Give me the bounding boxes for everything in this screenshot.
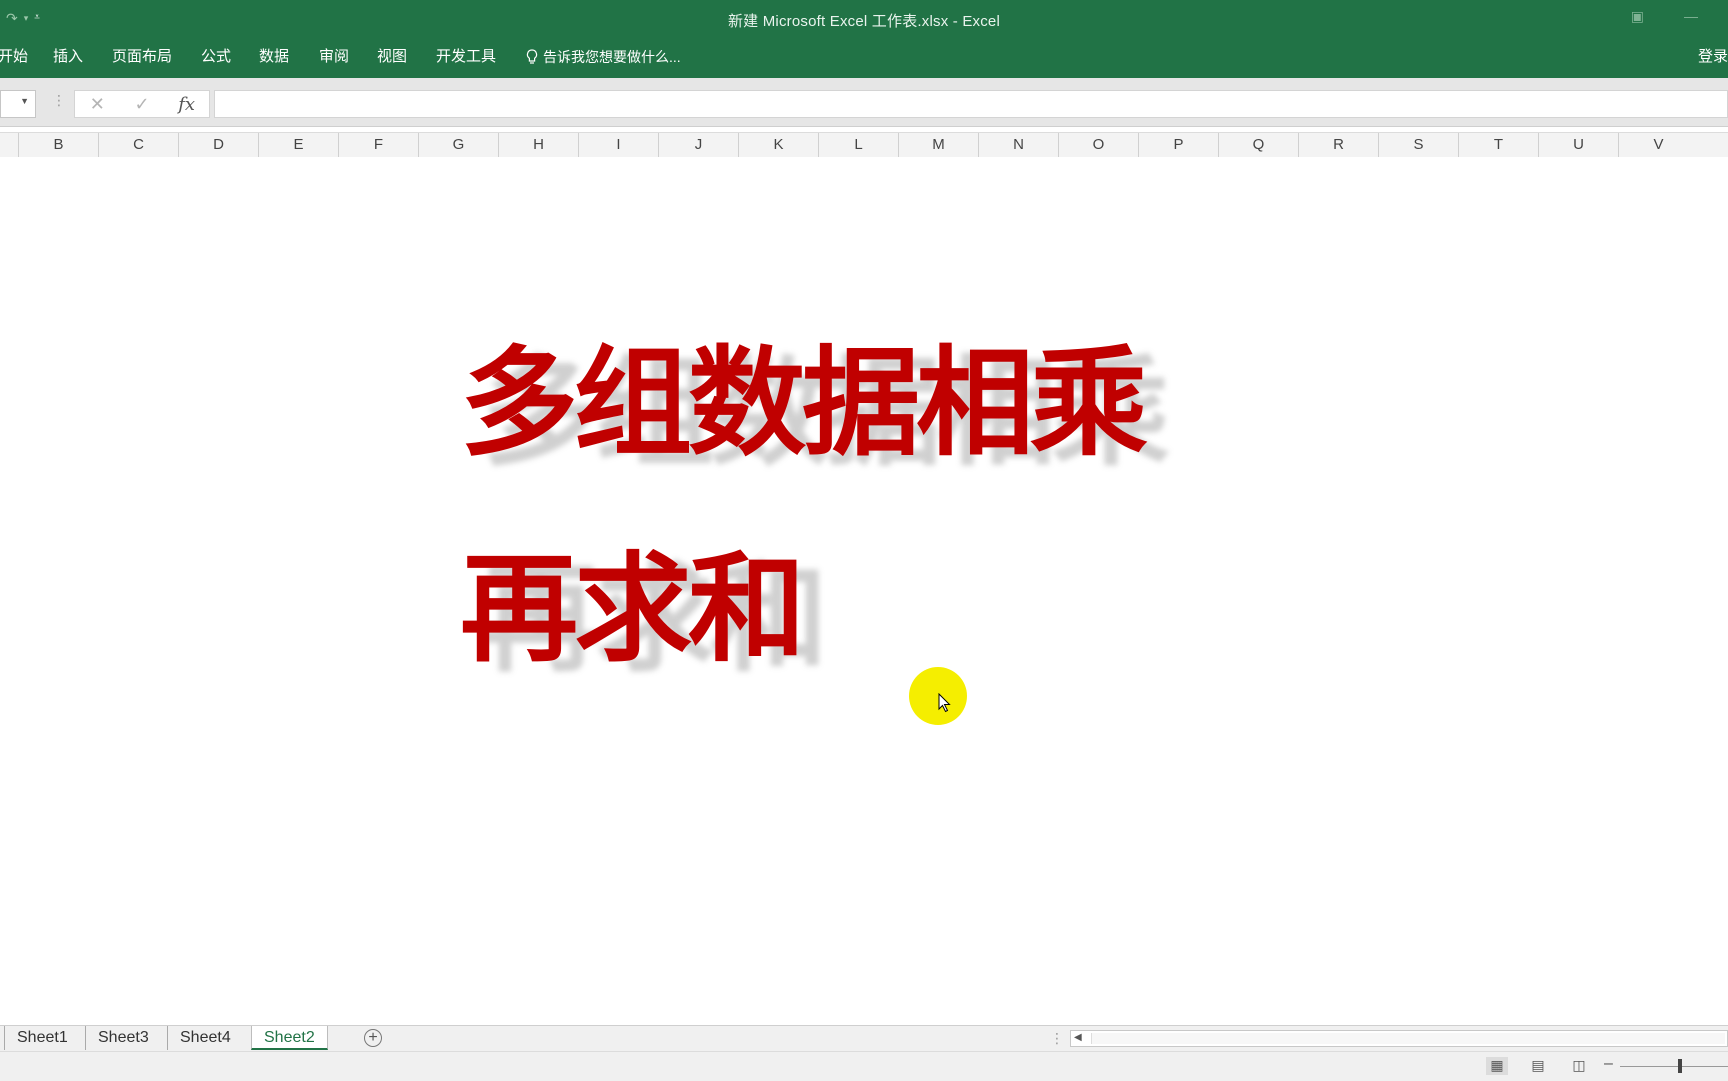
column-header-cell[interactable]: H [498, 133, 578, 157]
horizontal-scrollbar[interactable]: ◀ [1070, 1030, 1728, 1047]
column-header-cell[interactable]: F [338, 133, 418, 157]
normal-view-icon[interactable]: ▦ [1486, 1057, 1508, 1075]
column-header-cell[interactable]: P [1138, 133, 1218, 157]
column-header-cell[interactable]: D [178, 133, 258, 157]
title-bar: ↷ ▾ ⩡ 新建 Microsoft Excel 工作表.xlsx - Exce… [0, 0, 1728, 38]
enter-icon[interactable]: ✓ [120, 94, 165, 115]
insert-function-button[interactable]: fx [164, 94, 209, 115]
sheet-tab-sheet1[interactable]: Sheet1 [4, 1026, 80, 1050]
page-break-view-icon[interactable]: ◫ [1568, 1057, 1590, 1075]
column-header-cell[interactable]: B [18, 133, 98, 157]
formula-input[interactable] [214, 90, 1728, 118]
tab-formulas[interactable]: 公式 [201, 46, 231, 68]
title-text-line1[interactable]: 多组数据相乘 [460, 307, 1148, 478]
column-header-cell[interactable]: U [1538, 133, 1618, 157]
tab-home[interactable]: 开始 [0, 46, 28, 68]
column-header-cell[interactable]: O [1058, 133, 1138, 157]
cancel-icon[interactable]: ✕ [75, 94, 120, 115]
name-box[interactable]: ▼ [0, 90, 36, 118]
column-header-cell[interactable]: J [658, 133, 738, 157]
column-header-cell[interactable]: R [1298, 133, 1378, 157]
column-header-cell[interactable]: L [818, 133, 898, 157]
zoom-out-icon[interactable]: – [1604, 1055, 1613, 1073]
worksheet-grid[interactable]: 多组数据相乘 再求和 [0, 157, 1728, 1025]
column-header-cell[interactable]: C [98, 133, 178, 157]
zoom-slider[interactable] [1620, 1066, 1728, 1067]
column-header-cell[interactable]: S [1378, 133, 1458, 157]
tab-review[interactable]: 审阅 [319, 46, 349, 68]
scroll-left-icon[interactable]: ◀ [1074, 1032, 1082, 1043]
status-bar: ▦ ▤ ◫ – [0, 1051, 1728, 1081]
column-header-cell[interactable]: G [418, 133, 498, 157]
scroll-thumb[interactable] [1091, 1033, 1725, 1044]
add-sheet-button[interactable]: + [364, 1029, 382, 1047]
chevron-down-icon[interactable]: ▼ [20, 96, 29, 106]
formula-buttons: ✕ ✓ fx [74, 90, 210, 118]
page-layout-view-icon[interactable]: ▤ [1527, 1057, 1549, 1075]
column-header-cell[interactable]: V [1618, 133, 1698, 157]
signin-link[interactable]: 登录 [1698, 46, 1728, 68]
sheet-tab-sheet2[interactable]: Sheet2 [251, 1026, 328, 1050]
ribbon-tabs: 开始 插入 页面布局 公式 数据 审阅 视图 开发工具 告诉我您想要做什么...… [0, 38, 1728, 78]
tab-insert[interactable]: 插入 [53, 46, 83, 68]
column-header-cell[interactable]: N [978, 133, 1058, 157]
column-header-cell[interactable]: K [738, 133, 818, 157]
sheet-tab-sheet4[interactable]: Sheet4 [167, 1026, 243, 1050]
column-header: BCDEFGHIJKLMNOPQRSTUV [0, 132, 1728, 158]
minimize-icon[interactable]: — [1684, 8, 1698, 25]
lightbulb-icon [526, 49, 538, 64]
tab-view[interactable]: 视图 [377, 46, 407, 68]
tell-me-text: 告诉我您想要做什么... [543, 49, 681, 65]
column-header-cell[interactable]: E [258, 133, 338, 157]
ribbon-display-icon[interactable]: ▣ [1631, 8, 1644, 25]
tab-developer[interactable]: 开发工具 [436, 46, 496, 68]
tell-me-box[interactable]: 告诉我您想要做什么... [526, 46, 681, 68]
sheet-tab-bar: Sheet1 Sheet3 Sheet4 Sheet2 + ⋮ ◀ [0, 1025, 1728, 1052]
window-controls: ▣ — [1631, 8, 1698, 25]
window-title: 新建 Microsoft Excel 工作表.xlsx - Excel [727, 13, 1001, 30]
tab-page-layout[interactable]: 页面布局 [112, 46, 172, 68]
grip-icon[interactable]: ⋮ [52, 92, 66, 109]
sheet-tab-sheet3[interactable]: Sheet3 [85, 1026, 161, 1050]
column-header-cell[interactable]: Q [1218, 133, 1298, 157]
column-header-cell[interactable]: T [1458, 133, 1538, 157]
grip-icon[interactable]: ⋮ [1050, 1030, 1064, 1047]
mouse-pointer-icon [938, 693, 951, 713]
zoom-slider-thumb[interactable] [1678, 1059, 1682, 1073]
column-header-cell[interactable]: I [578, 133, 658, 157]
title-text-line2[interactable]: 再求和 [460, 513, 806, 684]
tab-data[interactable]: 数据 [259, 46, 289, 68]
formula-bar-area: ▼ ⋮ ✕ ✓ fx [0, 78, 1728, 127]
column-header-cell[interactable]: M [898, 133, 978, 157]
